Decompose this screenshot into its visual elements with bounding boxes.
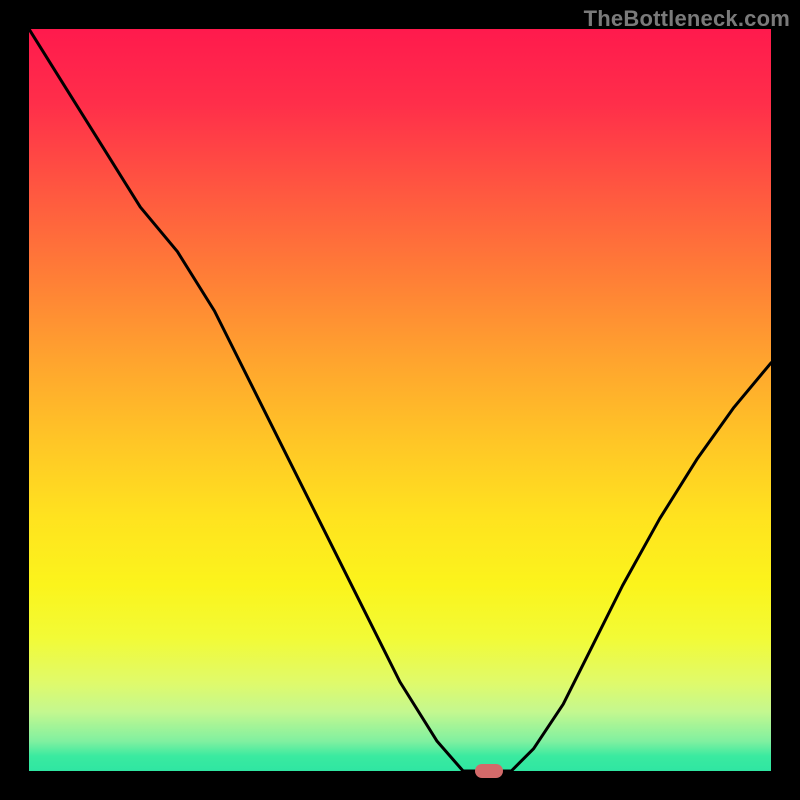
chart-container: TheBottleneck.com — [0, 0, 800, 800]
plot-area — [29, 29, 771, 771]
bottleneck-curve — [29, 29, 771, 771]
optimum-marker — [475, 764, 503, 778]
